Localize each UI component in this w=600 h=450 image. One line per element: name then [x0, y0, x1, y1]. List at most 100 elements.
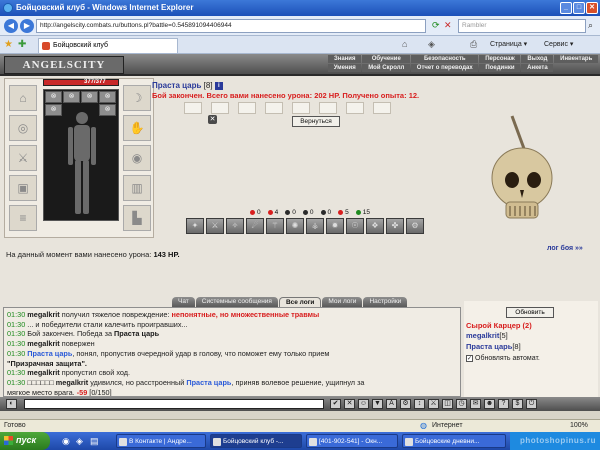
- feeds-icon[interactable]: ◈: [428, 39, 435, 50]
- menu-item[interactable]: Выход: [521, 55, 554, 63]
- settings-icon[interactable]: ⚙: [400, 399, 411, 409]
- service-menu[interactable]: Сервис ▾: [544, 40, 573, 48]
- belt-slot[interactable]: ⊗: [45, 91, 62, 103]
- action-icon[interactable]: ✺: [286, 218, 304, 234]
- add-favorite-icon[interactable]: ✚: [18, 39, 26, 50]
- boots-slot[interactable]: ▙: [123, 205, 151, 231]
- menu-item[interactable]: Поединки: [479, 64, 521, 72]
- belt-slot[interactable]: ⊗: [99, 104, 116, 116]
- action-icon[interactable]: ⚔: [206, 218, 224, 234]
- zoom-level[interactable]: 100%: [570, 422, 588, 429]
- search-icon[interactable]: ⌕: [588, 20, 593, 31]
- earring-slot[interactable]: ☽: [123, 85, 151, 111]
- clock-icon[interactable]: ◷: [456, 399, 467, 409]
- menu-item[interactable]: Анкета: [521, 64, 554, 72]
- page-menu[interactable]: Страница ▾: [490, 40, 527, 48]
- amulet-slot[interactable]: ◎: [9, 115, 37, 141]
- battle-log-link[interactable]: лог боя »»: [547, 245, 583, 252]
- close-icon[interactable]: ✕: [208, 115, 217, 124]
- filter-icon[interactable]: ▼: [372, 399, 383, 409]
- home-icon[interactable]: ⌂: [402, 39, 407, 49]
- taskbar-button[interactable]: Бойцовские дневни...: [402, 434, 506, 448]
- action-icon[interactable]: ❖: [366, 218, 384, 234]
- menu-item[interactable]: Обучение: [362, 55, 411, 63]
- menu-item[interactable]: Знания: [328, 55, 362, 63]
- chat-mode-icon[interactable]: ◐: [6, 399, 17, 409]
- menu-item[interactable]: Инвентарь: [554, 55, 598, 63]
- map-icon[interactable]: ◫: [442, 399, 453, 409]
- action-icon[interactable]: ✦: [186, 218, 204, 234]
- stop-icon[interactable]: ✕: [444, 20, 452, 31]
- action-icon[interactable]: ✧: [226, 218, 244, 234]
- belt-slot[interactable]: ⊗: [63, 91, 80, 103]
- battle-stat: 0: [285, 209, 296, 216]
- belt-slot-left[interactable]: ≡: [9, 205, 37, 231]
- back-icon[interactable]: ◀: [4, 19, 18, 33]
- online-user[interactable]: megalkrit[5]: [466, 331, 508, 340]
- info-icon[interactable]: i: [214, 81, 223, 90]
- send-icon[interactable]: ✔: [330, 399, 341, 409]
- auto-refresh[interactable]: ✓ Обновлять автомат.: [466, 355, 540, 362]
- friends-icon[interactable]: ☻: [484, 399, 495, 409]
- belt-slot[interactable]: ⊗: [99, 91, 116, 103]
- taskbar-button[interactable]: Бойцовский клуб -...: [210, 434, 302, 448]
- menu-item[interactable]: Отчет о переводах: [411, 64, 479, 72]
- shop-icon[interactable]: $: [512, 399, 523, 409]
- player-name[interactable]: Праста царь [8] i: [152, 81, 223, 90]
- clear-icon[interactable]: ✕: [344, 399, 355, 409]
- shield-slot[interactable]: ◉: [123, 145, 151, 171]
- translit-icon[interactable]: A: [386, 399, 397, 409]
- action-icon[interactable]: ✹: [326, 218, 344, 234]
- game-area: ANGELSCITY Знания Обучение Безопасность Пер…: [0, 54, 600, 411]
- close-icon[interactable]: ✕: [586, 2, 598, 14]
- armor-slot[interactable]: ▣: [9, 175, 37, 201]
- belt-slot[interactable]: ⊗: [45, 104, 62, 116]
- mail-icon[interactable]: ✉: [470, 399, 481, 409]
- menu-item[interactable]: Безопасность: [411, 55, 479, 63]
- auto-refresh-checkbox[interactable]: ✓: [466, 355, 473, 362]
- chat-tab[interactable]: Настройки: [363, 297, 408, 307]
- scroll-icon[interactable]: ↕: [414, 399, 425, 409]
- refresh-button[interactable]: Обновить: [506, 307, 554, 318]
- exit-icon[interactable]: ⏻: [526, 399, 537, 409]
- chat-tab[interactable]: Чат: [172, 297, 195, 307]
- chat-tab[interactable]: Все логи: [278, 297, 322, 307]
- quicklaunch-icon[interactable]: ◉: [62, 436, 70, 447]
- belt-slot[interactable]: ⊗: [81, 91, 98, 103]
- forward-icon[interactable]: ▶: [20, 19, 34, 33]
- action-icon[interactable]: ⚚: [266, 218, 284, 234]
- chat-tab[interactable]: Системные сообщения: [195, 297, 278, 307]
- url-input[interactable]: http://angelscity.combats.ru/buttons.pl?…: [36, 19, 426, 33]
- maximize-icon[interactable]: □: [573, 2, 585, 14]
- gloves-slot[interactable]: ✋: [123, 115, 151, 141]
- quicklaunch-icon[interactable]: ▤: [90, 436, 99, 447]
- helmet-slot[interactable]: ⌂: [9, 85, 37, 111]
- weapon-slot[interactable]: ⚔: [9, 145, 37, 171]
- menu-item[interactable]: Персонаж: [479, 55, 521, 63]
- action-icon[interactable]: ☄: [246, 218, 264, 234]
- action-icon[interactable]: ✤: [386, 218, 404, 234]
- favorites-star-icon[interactable]: ★: [4, 39, 13, 50]
- leggings-slot[interactable]: ▥: [123, 175, 151, 201]
- search-input[interactable]: Rambler: [458, 19, 586, 33]
- print-icon[interactable]: ⎙: [470, 39, 477, 50]
- action-icon[interactable]: ☉: [346, 218, 364, 234]
- chat-tab[interactable]: Мои логи: [322, 297, 363, 307]
- quicklaunch-icon[interactable]: ◈: [76, 436, 83, 447]
- return-button[interactable]: Вернуться: [292, 116, 340, 127]
- online-user[interactable]: Праста царь[8]: [466, 342, 521, 351]
- chat-input[interactable]: [24, 399, 324, 409]
- minimize-icon[interactable]: _: [560, 2, 572, 14]
- quest-icon[interactable]: ?: [498, 399, 509, 409]
- taskbar-button[interactable]: [401-902-541] - Окн...: [306, 434, 398, 448]
- action-icon[interactable]: ⚙: [406, 218, 424, 234]
- menu-item[interactable]: Умения: [328, 64, 362, 72]
- tab-current[interactable]: Бойцовский клуб: [38, 38, 178, 53]
- fight-icon[interactable]: ⚔: [428, 399, 439, 409]
- start-button[interactable]: пуск: [0, 432, 50, 450]
- menu-item[interactable]: Мой Скролл: [362, 64, 411, 72]
- refresh-icon[interactable]: ⟳: [432, 20, 440, 31]
- action-icon[interactable]: ⚶: [306, 218, 324, 234]
- taskbar-button[interactable]: В Контакте | Андре...: [116, 434, 206, 448]
- smiles-icon[interactable]: ☺: [358, 399, 369, 409]
